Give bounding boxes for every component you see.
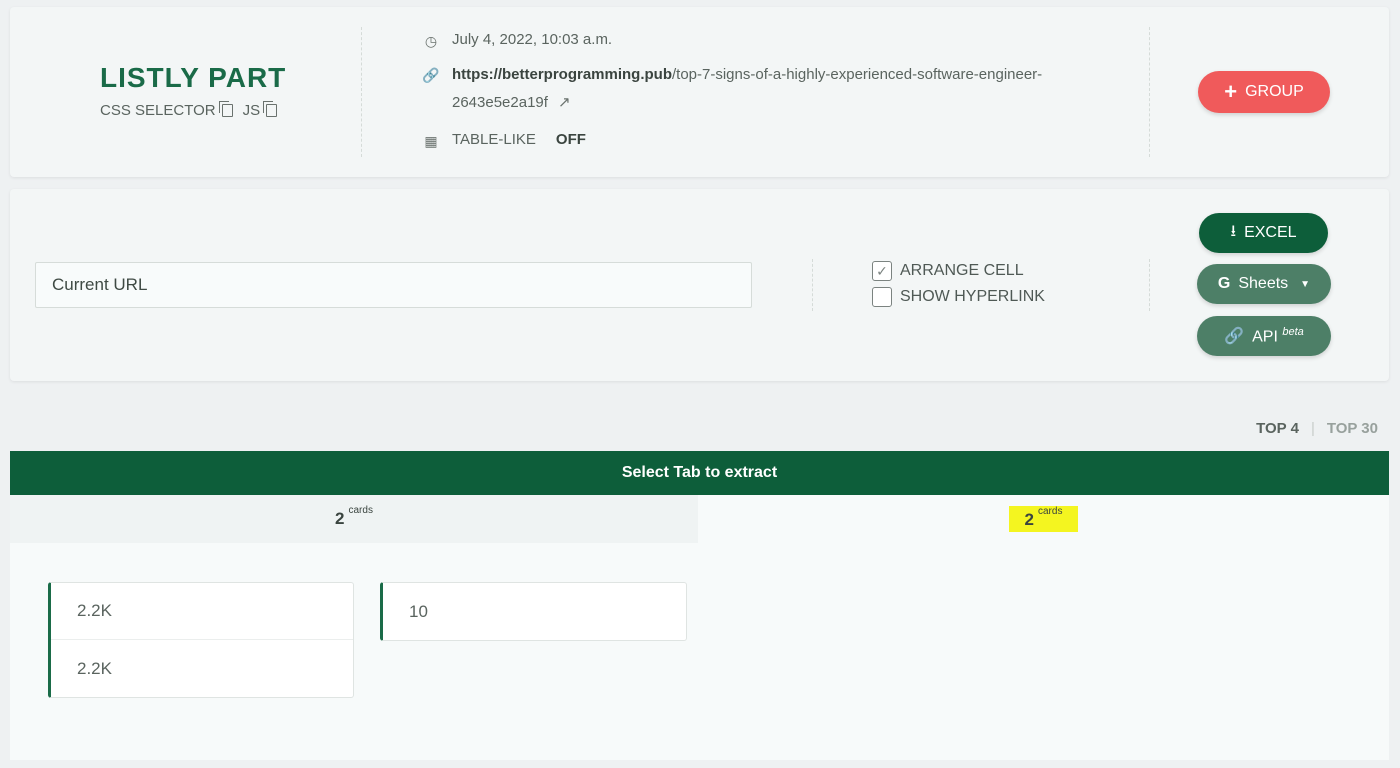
- divider: [1149, 27, 1150, 157]
- excel-button[interactable]: ⭳ EXCEL: [1199, 213, 1328, 253]
- google-icon: G: [1217, 275, 1231, 292]
- export-controls-card: Current URL ✓ ARRANGE CELL SHOW HYPERLIN…: [10, 189, 1389, 381]
- extract-panel: 2 cards 2 cards 2.2K 2.2K 10: [10, 495, 1389, 760]
- divider: [812, 259, 813, 311]
- card-tab-2[interactable]: 2 cards: [698, 495, 1389, 543]
- external-link-icon[interactable]: ↗: [558, 89, 571, 117]
- plus-icon: +: [1224, 79, 1238, 104]
- result-row: 2.2K: [51, 583, 353, 640]
- extract-bar: Select Tab to extract: [10, 451, 1389, 495]
- result-row: 2.2K: [77, 658, 112, 678]
- table-like-label: TABLE-LIKE: [452, 131, 536, 148]
- url-row: 🔗 https://betterprogramming.pub/top-7-si…: [422, 65, 1112, 117]
- divider: [361, 27, 362, 157]
- card-tab-1[interactable]: 2 cards: [10, 495, 698, 543]
- tab-top-4[interactable]: TOP 4: [1256, 420, 1299, 437]
- group-button[interactable]: + GROUP: [1198, 71, 1330, 113]
- api-button[interactable]: 🔗 API beta: [1197, 316, 1331, 356]
- api-link-icon: 🔗: [1224, 328, 1245, 345]
- brand-block: LISTLY PART CSS SELECTOR JS: [100, 62, 300, 119]
- selector-copy-row: CSS SELECTOR JS: [100, 101, 300, 119]
- table-like-row: ▦ TABLE-LIKE OFF: [422, 131, 1112, 151]
- show-hyperlink-label: SHOW HYPERLINK: [900, 288, 1045, 305]
- js-label: JS: [242, 102, 261, 119]
- show-hyperlink-checkbox[interactable]: [872, 287, 892, 307]
- url-input[interactable]: Current URL: [35, 262, 752, 308]
- css-selector-label: CSS SELECTOR: [100, 102, 216, 119]
- part-meta: ◷ July 4, 2022, 10:03 a.m. 🔗 https://bet…: [422, 31, 1112, 165]
- group-button-label: GROUP: [1245, 83, 1304, 100]
- chevron-down-icon: ▼: [1300, 278, 1311, 290]
- excel-button-label: EXCEL: [1244, 224, 1297, 241]
- part-info-card: LISTLY PART CSS SELECTOR JS ◷ July 4, 20…: [10, 7, 1389, 177]
- table-icon: ▦: [424, 133, 438, 149]
- arrange-cell-option[interactable]: ✓ ARRANGE CELL: [872, 261, 1024, 281]
- url-domain[interactable]: https://betterprogramming.pub: [452, 66, 672, 83]
- source-url-link[interactable]: https://betterprogramming.pub/top-7-sign…: [452, 61, 1112, 117]
- beta-badge: beta: [1282, 325, 1304, 338]
- card-count-highlighted: 2 cards: [1008, 506, 1079, 532]
- tab-top-30[interactable]: TOP 30: [1327, 420, 1378, 437]
- arrange-cell-checkbox[interactable]: ✓: [872, 261, 892, 281]
- page-title: LISTLY PART: [100, 62, 287, 93]
- table-like-value[interactable]: OFF: [556, 131, 586, 148]
- card-count: 2 cards: [335, 505, 373, 528]
- sheets-button-label: Sheets: [1238, 275, 1289, 292]
- divider: [1149, 259, 1150, 311]
- check-icon: ✓: [876, 262, 888, 279]
- clock-icon: ◷: [424, 33, 438, 49]
- result-row: 10: [409, 601, 428, 621]
- timestamp-row: ◷ July 4, 2022, 10:03 a.m.: [422, 31, 1112, 51]
- link-icon: 🔗: [422, 67, 440, 83]
- arrange-cell-label: ARRANGE CELL: [900, 262, 1024, 279]
- top-tabs: TOP 4 | TOP 30: [1256, 420, 1378, 437]
- sheets-button[interactable]: G Sheets ▼: [1197, 264, 1331, 304]
- api-button-label: API: [1252, 328, 1278, 346]
- copy-icon[interactable]: [263, 101, 278, 117]
- result-card[interactable]: 2.2K 2.2K: [48, 582, 354, 698]
- result-card[interactable]: 10: [380, 582, 687, 641]
- show-hyperlink-option[interactable]: SHOW HYPERLINK: [872, 287, 1045, 307]
- timestamp: July 4, 2022, 10:03 a.m.: [452, 31, 613, 48]
- copy-icon[interactable]: [218, 101, 233, 117]
- download-icon: ⭳: [1230, 222, 1237, 240]
- tab-separator: |: [1310, 420, 1315, 437]
